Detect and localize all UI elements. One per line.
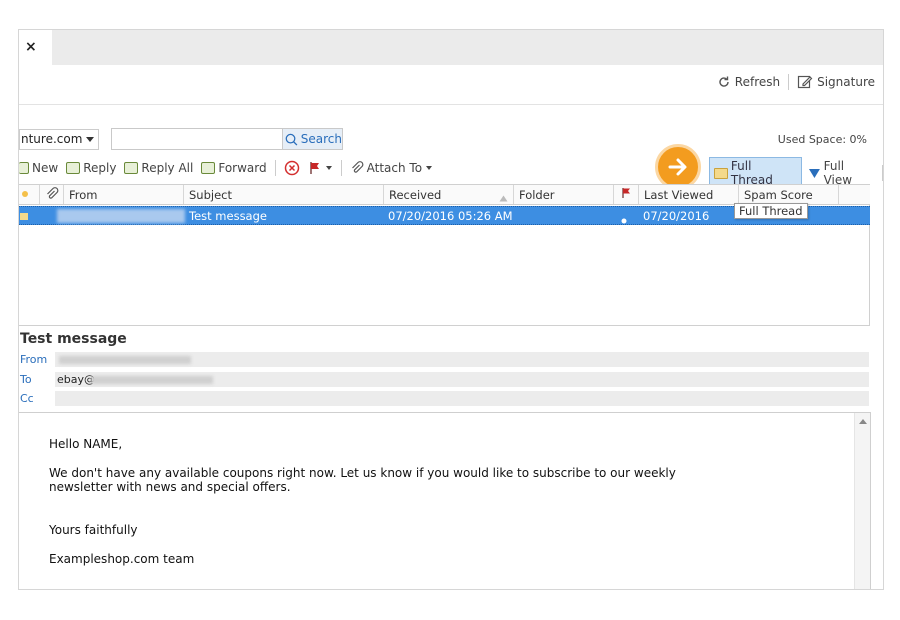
- column-separator: [613, 185, 614, 204]
- full-view-label: Full View: [823, 159, 853, 187]
- toolbar-divider: [788, 74, 790, 90]
- search-icon: [285, 133, 298, 145]
- reply-all-label: Reply All: [141, 161, 194, 175]
- search-input[interactable]: Search: [111, 128, 343, 150]
- reply-all-button[interactable]: Reply All: [124, 161, 193, 175]
- refresh-button[interactable]: Refresh: [717, 75, 780, 89]
- new-label: New: [32, 161, 59, 175]
- to-redacted: [91, 376, 213, 384]
- column-separator: [638, 185, 639, 204]
- search-button[interactable]: Search: [282, 129, 342, 149]
- column-from[interactable]: From: [69, 188, 98, 202]
- forward-button[interactable]: Forward: [201, 161, 267, 175]
- mail-tab[interactable]: ×: [19, 30, 52, 65]
- sort-ascending-icon: [499, 191, 508, 205]
- domain-select[interactable]: nture.com: [19, 128, 99, 150]
- flag-button[interactable]: [308, 161, 333, 175]
- used-space: Used Space: 0%: [777, 133, 867, 146]
- mail-window: × Refresh Signature nture.com Search Use…: [18, 29, 884, 590]
- read-status-icon: [21, 187, 29, 201]
- full-thread-label: Full Thread: [730, 159, 773, 187]
- scroll-up-icon[interactable]: [859, 419, 867, 424]
- forward-label: Forward: [218, 161, 267, 175]
- action-toolbar: New Reply Reply All Forward Attach To: [19, 158, 433, 178]
- cc-label: Cc: [20, 392, 34, 405]
- filter-row: nture.com Search: [19, 128, 343, 150]
- attach-to-label: Attach To: [366, 161, 423, 175]
- top-toolbar: Refresh Signature: [717, 74, 875, 90]
- toolbar-divider: [340, 160, 342, 176]
- flag-icon: [620, 187, 632, 202]
- tab-bar: ×: [19, 30, 883, 65]
- unread-dot-icon: [621, 213, 627, 227]
- cc-field: [55, 391, 869, 406]
- from-row: From: [19, 352, 869, 367]
- shield-icon: [808, 168, 820, 178]
- body-signature: Exampleshop.com team: [49, 552, 195, 566]
- reply-icon: [66, 162, 81, 174]
- column-subject[interactable]: Subject: [189, 188, 232, 202]
- signature-button[interactable]: Signature: [797, 74, 875, 90]
- preview-subject: Test message: [20, 331, 127, 347]
- column-separator: [63, 185, 64, 204]
- attach-to-button[interactable]: Attach To: [350, 161, 433, 175]
- row-received: 07/20/2016 05:26 AM: [388, 209, 513, 223]
- toolbar-divider: [882, 165, 883, 181]
- toolbar-divider: [274, 160, 276, 176]
- message-body: Hello NAME, We don't have any available …: [19, 412, 871, 589]
- delete-button[interactable]: [284, 160, 300, 176]
- full-view-button[interactable]: Full View: [808, 159, 876, 187]
- delete-icon: [284, 160, 299, 176]
- refresh-icon: [719, 76, 729, 87]
- to-value: ebay@: [57, 373, 96, 386]
- column-received[interactable]: Received: [389, 188, 441, 202]
- column-separator: [383, 185, 384, 204]
- chevron-down-icon: [86, 136, 94, 142]
- forward-icon: [201, 162, 216, 174]
- from-label: From: [20, 353, 48, 366]
- paperclip-icon: [351, 161, 364, 173]
- column-separator: [183, 185, 184, 204]
- folder-icon: [714, 167, 728, 179]
- message-list-header: From Subject Received Folder Last Viewed…: [19, 185, 870, 205]
- reply-label: Reply: [83, 161, 117, 175]
- column-spam-score[interactable]: Spam Score: [744, 188, 813, 202]
- column-folder[interactable]: Folder: [519, 188, 555, 202]
- column-separator: [513, 185, 514, 204]
- envelope-icon: [20, 210, 28, 224]
- from-redacted: [59, 356, 191, 364]
- chevron-down-icon: [426, 166, 433, 170]
- to-label: To: [20, 373, 32, 386]
- paperclip-icon: [45, 187, 59, 204]
- signature-label: Signature: [817, 75, 875, 89]
- from-redacted: [57, 209, 185, 223]
- body-closing: Yours faithfully: [49, 523, 138, 537]
- reply-button[interactable]: Reply: [66, 161, 116, 175]
- domain-select-value: nture.com: [21, 132, 83, 146]
- new-button[interactable]: New: [19, 161, 58, 175]
- body-greeting: Hello NAME,: [49, 437, 123, 451]
- row-subject: Test message: [189, 209, 267, 223]
- column-last-viewed[interactable]: Last Viewed: [644, 188, 713, 202]
- vertical-scrollbar[interactable]: [854, 413, 870, 589]
- flag-icon: [309, 162, 319, 174]
- column-separator: [39, 185, 40, 204]
- cc-row: Cc: [19, 391, 869, 406]
- row-last-viewed: 07/20/2016: [643, 209, 710, 223]
- tooltip: Full Thread: [734, 203, 808, 219]
- new-mail-icon: [19, 162, 29, 174]
- column-separator: [738, 185, 739, 204]
- to-row: To ebay@: [19, 372, 869, 387]
- search-button-label: Search: [300, 132, 342, 146]
- divider: [19, 104, 883, 105]
- refresh-label: Refresh: [734, 75, 781, 89]
- column-separator: [838, 185, 839, 204]
- body-line-1: We don't have any available coupons righ…: [49, 466, 676, 480]
- close-tab-icon[interactable]: ×: [25, 39, 37, 55]
- body-line-2: newsletter with news and special offers.: [49, 480, 291, 494]
- reply-all-icon: [124, 162, 139, 174]
- pencil-icon: [798, 75, 813, 89]
- chevron-down-icon: [325, 166, 332, 170]
